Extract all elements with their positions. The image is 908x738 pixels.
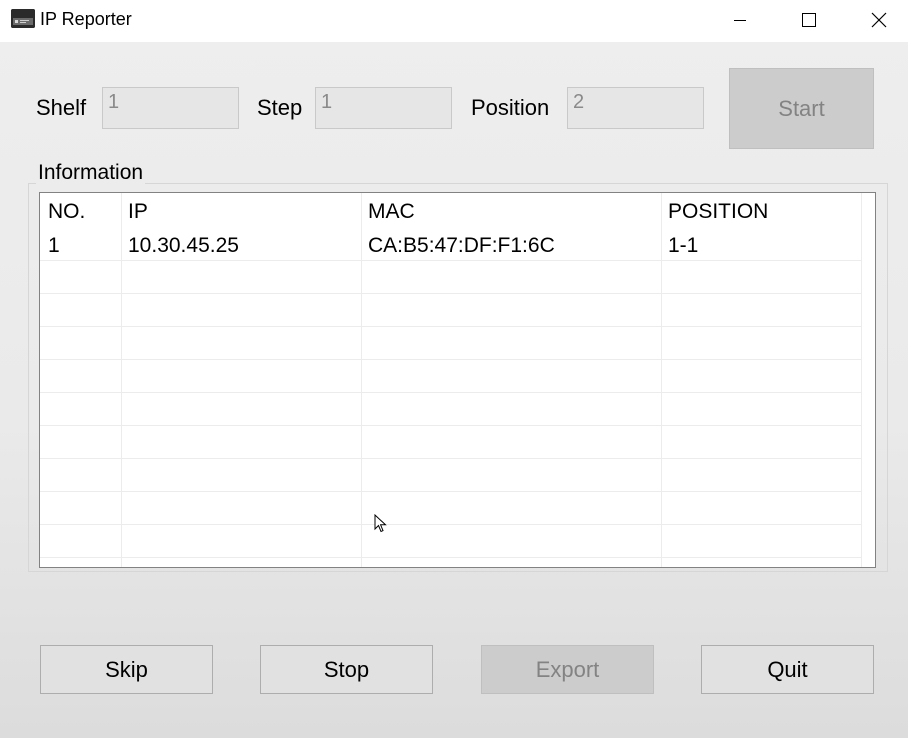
table-cell-position[interactable]: 1-1 [668, 234, 698, 258]
row-divider [40, 524, 862, 525]
quit-button[interactable]: Quit [701, 645, 874, 694]
step-label: Step [257, 95, 303, 120]
row-divider [40, 326, 862, 327]
shelf-input[interactable]: 1 [102, 87, 239, 129]
maximize-button[interactable] [786, 0, 832, 40]
row-divider [40, 458, 862, 459]
table-cell-no[interactable]: 1 [48, 234, 60, 258]
position-input[interactable]: 2 [567, 87, 704, 129]
maximize-icon [802, 13, 816, 27]
row-divider [40, 293, 862, 294]
app-icon [11, 9, 35, 28]
table-cell-mac[interactable]: CA:B5:47:DF:F1:6C [368, 234, 555, 258]
close-icon [871, 12, 887, 28]
column-header-ip[interactable]: IP [128, 200, 148, 224]
skip-button[interactable]: Skip [40, 645, 213, 694]
table-cell-ip[interactable]: 10.30.45.25 [128, 234, 239, 258]
column-divider [121, 193, 122, 567]
minimize-icon [734, 20, 746, 21]
row-divider [40, 557, 862, 558]
column-divider [661, 193, 662, 567]
row-divider [40, 425, 862, 426]
stop-button[interactable]: Stop [260, 645, 433, 694]
information-group-title: Information [36, 161, 146, 185]
ip-reporter-window: IP Reporter Shelf 1 Step 1 Position 2 St… [0, 0, 908, 738]
step-input[interactable]: 1 [315, 87, 452, 129]
minimize-button[interactable] [717, 0, 763, 40]
position-label: Position [471, 95, 550, 120]
column-divider [861, 193, 862, 567]
close-button[interactable] [856, 0, 902, 40]
row-divider [40, 392, 862, 393]
row-divider [40, 260, 862, 261]
mouse-pointer-icon [374, 514, 387, 533]
start-button[interactable]: Start [729, 68, 874, 149]
window-title: IP Reporter [40, 9, 132, 29]
column-header-position[interactable]: POSITION [668, 200, 768, 224]
row-divider [40, 359, 862, 360]
row-divider [40, 491, 862, 492]
column-divider [361, 193, 362, 567]
column-header-mac[interactable]: MAC [368, 200, 415, 224]
title-bar[interactable]: IP Reporter [0, 0, 908, 42]
information-list[interactable]: NO. IP MAC POSITION 1 10.30.45.25 CA:B5:… [39, 192, 876, 568]
shelf-label: Shelf [36, 95, 87, 120]
column-header-no[interactable]: NO. [48, 200, 85, 224]
export-button[interactable]: Export [481, 645, 654, 694]
